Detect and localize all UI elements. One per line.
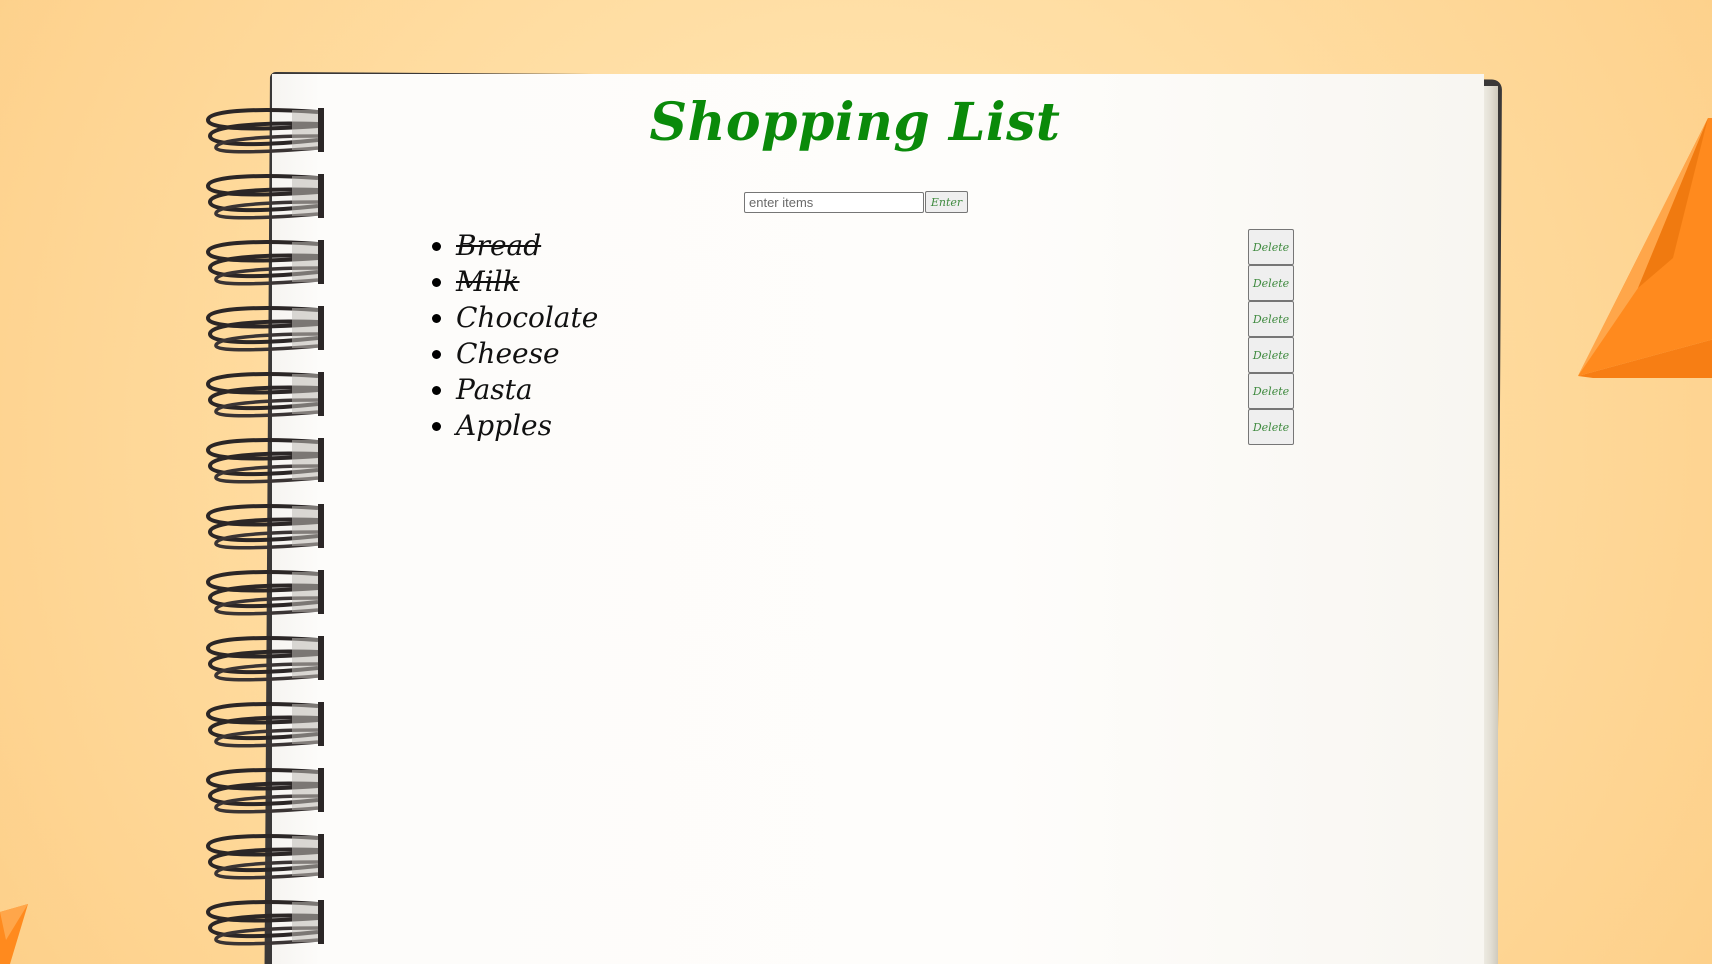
delete-button[interactable]: Delete (1248, 301, 1294, 337)
spiral-coil-icon (205, 702, 324, 748)
spiral-coil-icon (205, 438, 324, 484)
spiral-coil-icon (205, 900, 324, 946)
list-item[interactable]: Bread (432, 228, 598, 264)
list-item-label: Bread (456, 229, 542, 262)
bullet-icon (432, 422, 441, 431)
enter-button[interactable]: Enter (925, 191, 968, 213)
spiral-coil-icon (205, 108, 324, 154)
list-item[interactable]: Cheese (432, 336, 598, 372)
delete-buttons-column: Delete Delete Delete Delete Delete Delet… (1248, 229, 1294, 445)
list-item-label: Milk (456, 265, 520, 298)
delete-button[interactable]: Delete (1248, 337, 1294, 373)
spiral-coil-icon (205, 174, 324, 220)
item-input[interactable] (744, 191, 924, 213)
list-item[interactable]: Apples (432, 408, 598, 444)
spiral-binding-icon (200, 0, 330, 964)
list-item[interactable]: Pasta (432, 372, 598, 408)
list-item[interactable]: Milk (432, 264, 598, 300)
bullet-icon (432, 242, 441, 251)
delete-button[interactable]: Delete (1248, 409, 1294, 445)
bullet-icon (432, 314, 441, 323)
delete-button[interactable]: Delete (1248, 373, 1294, 409)
delete-button[interactable]: Delete (1248, 265, 1294, 301)
paper-plane-icon (1578, 118, 1712, 378)
bullet-icon (432, 350, 441, 359)
spiral-coil-icon (205, 570, 324, 616)
spiral-coil-icon (205, 636, 324, 682)
shopping-list: Bread Milk Chocolate Cheese Pasta Apples (432, 228, 598, 444)
spiral-coil-icon (205, 306, 324, 352)
paper-plane-icon (0, 904, 28, 964)
spiral-coil-icon (205, 240, 324, 286)
list-item-label: Chocolate (456, 301, 599, 334)
delete-button[interactable]: Delete (1248, 229, 1294, 265)
spiral-coil-icon (205, 372, 324, 418)
list-item-label: Pasta (456, 373, 533, 406)
list-item-label: Apples (456, 409, 552, 442)
spiral-coil-icon (205, 834, 324, 880)
item-entry-form: Enter (744, 191, 968, 213)
spiral-coil-icon (205, 504, 324, 550)
spiral-coil-icon (205, 768, 324, 814)
bullet-icon (432, 278, 441, 287)
list-item[interactable]: Chocolate (432, 300, 598, 336)
bullet-icon (432, 386, 441, 395)
list-item-label: Cheese (456, 337, 560, 370)
page-title: Shopping List (649, 92, 1061, 153)
